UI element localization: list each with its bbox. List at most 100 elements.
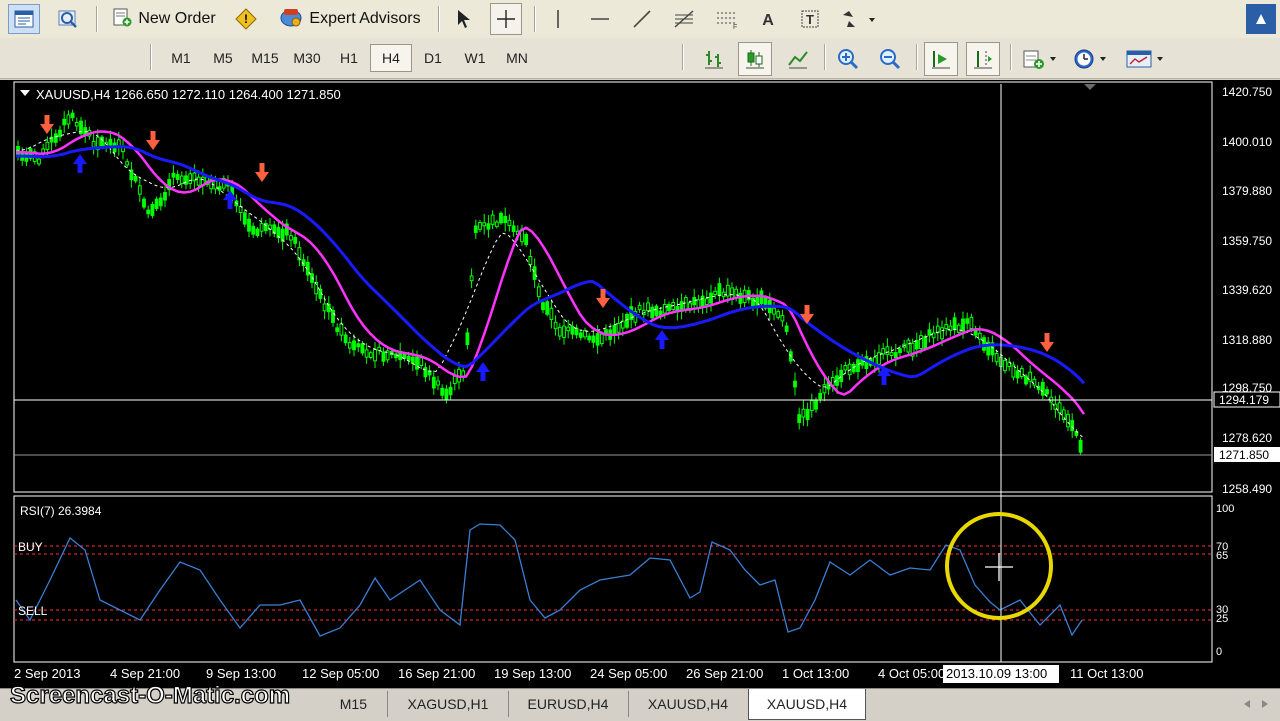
candle-body <box>448 386 453 396</box>
candle-body <box>923 336 928 349</box>
new-order-button[interactable]: New Order <box>108 4 220 34</box>
candle-body <box>507 219 512 227</box>
candle-body <box>150 204 155 216</box>
warning-icon[interactable]: ! <box>232 4 260 34</box>
candle-body <box>809 400 814 411</box>
date-label: 11 Oct 13:00 <box>1070 666 1143 681</box>
candle-body <box>889 351 894 357</box>
new-chart-icon[interactable] <box>8 4 40 34</box>
vertical-line-icon[interactable] <box>544 4 572 34</box>
date-label: 4 Sep 21:00 <box>110 666 180 681</box>
candle-body <box>805 409 810 421</box>
candle-body <box>625 313 629 328</box>
candle-body <box>45 141 50 150</box>
candle-body <box>818 392 823 400</box>
candlestick-chart-icon[interactable] <box>738 42 772 76</box>
chart-area[interactable]: XAUUSD,H4 1266.650 1272.110 1264.400 127… <box>0 80 1280 688</box>
svg-text:!: ! <box>244 12 248 26</box>
candle-body <box>591 335 596 343</box>
timeframe-h1[interactable]: H1 <box>328 44 370 72</box>
candle-body <box>683 297 688 311</box>
tab-scroll-left-icon[interactable] <box>1240 695 1254 713</box>
candle-body <box>335 327 340 332</box>
rsi-scale-label: 0 <box>1216 646 1222 658</box>
candle-body <box>436 380 440 386</box>
crosshair-icon[interactable] <box>490 3 522 35</box>
candle-body <box>247 218 251 232</box>
line-chart-icon[interactable] <box>782 44 814 74</box>
candle-body <box>982 337 986 351</box>
trendline-icon[interactable] <box>628 4 656 34</box>
candle-body <box>465 332 470 346</box>
chart-tab-xauusd-h4-active[interactable]: XAUUSD,H4 <box>748 689 866 720</box>
zoom-in-icon[interactable] <box>832 44 864 74</box>
candle-body <box>70 112 75 119</box>
periodicity-icon[interactable] <box>1070 44 1114 74</box>
timeframe-h4[interactable]: H4 <box>370 44 412 72</box>
chart-tab-eurusd-h4[interactable]: EURUSD,H4 <box>508 691 629 717</box>
bar-chart-icon[interactable] <box>698 44 730 74</box>
price-chart[interactable]: XAUUSD,H4 1266.650 1272.110 1264.400 127… <box>0 80 1280 688</box>
candle-body <box>541 302 545 311</box>
candle-body <box>532 266 537 280</box>
chart-shift-icon[interactable] <box>966 42 1000 76</box>
text-icon[interactable]: A <box>754 4 782 34</box>
price-label: 1278.620 <box>1222 431 1272 445</box>
date-label: 2 Sep 2013 <box>14 666 81 681</box>
timeframe-m15[interactable]: M15 <box>244 44 286 72</box>
tab-scroll-right-icon[interactable] <box>1258 695 1272 713</box>
tab-label: XAUUSD,H4 <box>647 696 729 712</box>
candle-body <box>431 376 436 389</box>
current-price-label: 1271.850 <box>1219 448 1269 462</box>
candle-body <box>490 214 495 225</box>
candle-body <box>133 175 138 182</box>
candle-body <box>142 198 146 208</box>
timeframe-mn[interactable]: MN <box>496 44 538 72</box>
chart-tab-xagusd-h1[interactable]: XAGUSD,H1 <box>388 691 509 717</box>
candle-body <box>667 303 671 311</box>
candle-body <box>557 326 562 337</box>
candle-body <box>570 325 575 335</box>
timeframe-w1[interactable]: W1 <box>454 44 496 72</box>
chart-tab-xauusd-h4[interactable]: XAUUSD,H4 <box>628 691 749 717</box>
candle-body <box>352 340 356 351</box>
candle-body <box>368 352 373 358</box>
templates-icon[interactable] <box>1122 44 1170 74</box>
candle-body <box>360 343 365 354</box>
arrows-icon[interactable] <box>836 4 880 34</box>
expert-advisors-button[interactable]: Expert Advisors <box>272 4 428 34</box>
svg-text:F: F <box>733 24 737 29</box>
candle-body <box>289 235 293 241</box>
timeframe-m1[interactable]: M1 <box>160 44 202 72</box>
candle-body <box>709 292 713 304</box>
candle-body <box>452 375 457 385</box>
candle-body <box>415 356 419 370</box>
zoom-out-icon[interactable] <box>874 44 906 74</box>
new-order-icon <box>112 7 132 32</box>
cursor-icon[interactable] <box>450 4 478 34</box>
buy-level-label: BUY <box>18 540 43 554</box>
timeframe-m5[interactable]: M5 <box>202 44 244 72</box>
candle-body <box>944 324 949 329</box>
price-label: 1379.880 <box>1222 184 1272 198</box>
auto-scroll-icon[interactable] <box>924 42 958 76</box>
indicators-icon[interactable] <box>1018 44 1062 74</box>
timeframe-m30[interactable]: M30 <box>286 44 328 72</box>
timeframe-d1[interactable]: D1 <box>412 44 454 72</box>
fibo-icon[interactable] <box>670 4 698 34</box>
zoom-chart-icon[interactable] <box>52 4 84 34</box>
sell-level-label: SELL <box>18 604 48 618</box>
candle-body <box>1045 389 1049 395</box>
date-label: 26 Sep 21:00 <box>686 666 763 681</box>
fibo-fan-icon[interactable]: F <box>712 4 740 34</box>
expert-advisors-label: Expert Advisors <box>309 10 421 27</box>
horizontal-line-icon[interactable] <box>586 4 614 34</box>
candle-body <box>822 384 827 394</box>
window-control-icon[interactable] <box>1246 4 1276 34</box>
candle-body <box>562 325 566 338</box>
tab-label: XAUUSD,H4 <box>766 696 848 712</box>
candle-body <box>919 335 923 350</box>
candle-body <box>637 304 642 310</box>
price-axis: 1420.750 1400.010 1379.880 1359.750 1339… <box>1222 85 1272 496</box>
text-label-icon[interactable]: T <box>796 4 824 34</box>
